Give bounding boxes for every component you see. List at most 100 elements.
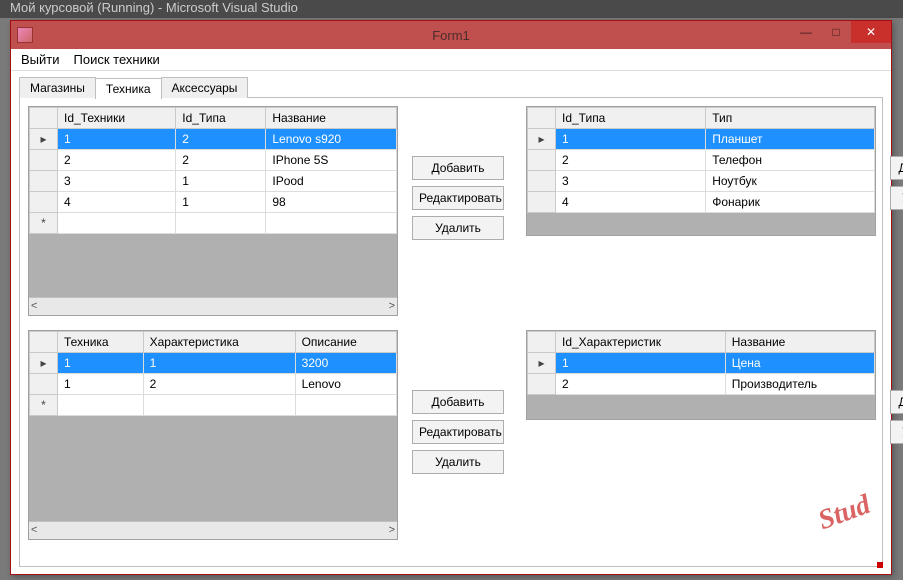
table-row[interactable]: 4 Фонарик: [528, 192, 875, 213]
row-selector-icon[interactable]: ▸: [528, 129, 556, 150]
grid-tech-char[interactable]: Техника Характеристика Описание ▸ 1 1 32…: [28, 330, 398, 540]
cell[interactable]: [295, 395, 396, 416]
cell[interactable]: 2: [143, 374, 295, 395]
table-row[interactable]: ▸ 1 Планшет: [528, 129, 875, 150]
cell[interactable]: 1: [556, 129, 706, 150]
scroll-right-icon[interactable]: >: [389, 522, 395, 539]
add-button[interactable]: Добавить: [890, 390, 903, 414]
delete-button[interactable]: Удалить: [412, 216, 504, 240]
close-button[interactable]: ✕: [851, 21, 891, 43]
rowheader-corner[interactable]: [528, 108, 556, 129]
tab-shops[interactable]: Магазины: [19, 77, 96, 98]
row-selector-icon[interactable]: [528, 192, 556, 213]
row-selector-icon[interactable]: ▸: [30, 353, 58, 374]
table-row[interactable]: ▸ 1 2 Lenovo s920: [30, 129, 397, 150]
titlebar[interactable]: Form1 — □ ✕: [11, 21, 891, 49]
col-name[interactable]: Название: [266, 108, 397, 129]
col-id-type[interactable]: Id_Типа: [556, 108, 706, 129]
delete-button[interactable]: Удалить: [890, 420, 903, 444]
cell[interactable]: 2: [58, 150, 176, 171]
row-selector-icon[interactable]: [30, 374, 58, 395]
cell[interactable]: Фонарик: [706, 192, 875, 213]
cell[interactable]: [176, 213, 266, 234]
delete-button[interactable]: Удалить: [412, 450, 504, 474]
cell[interactable]: 98: [266, 192, 397, 213]
table-row[interactable]: 1 2 Lenovo: [30, 374, 397, 395]
scroll-right-icon[interactable]: >: [389, 298, 395, 315]
minimize-button[interactable]: —: [791, 21, 821, 43]
add-button[interactable]: Добавить: [412, 390, 504, 414]
rowheader-corner[interactable]: [528, 332, 556, 353]
table-row[interactable]: 2 Телефон: [528, 150, 875, 171]
edit-button[interactable]: Редактировать: [412, 186, 504, 210]
cell[interactable]: 4: [58, 192, 176, 213]
cell[interactable]: Планшет: [706, 129, 875, 150]
cell[interactable]: [143, 395, 295, 416]
new-row-icon[interactable]: *: [30, 395, 58, 416]
add-button[interactable]: Добавить: [412, 156, 504, 180]
menu-exit[interactable]: Выйти: [21, 52, 60, 67]
table-row[interactable]: 3 1 IPood: [30, 171, 397, 192]
grid-characteristics[interactable]: Id_Характеристик Название ▸ 1 Цена 2 Про…: [526, 330, 876, 420]
resize-grip-icon[interactable]: [877, 562, 883, 568]
col-tech[interactable]: Техника: [58, 332, 144, 353]
cell[interactable]: Ноутбук: [706, 171, 875, 192]
col-id-char[interactable]: Id_Характеристик: [556, 332, 726, 353]
col-id-type[interactable]: Id_Типа: [176, 108, 266, 129]
col-id-tech[interactable]: Id_Техники: [58, 108, 176, 129]
cell[interactable]: 1: [58, 374, 144, 395]
tab-tech[interactable]: Техника: [95, 78, 162, 99]
rowheader-corner[interactable]: [30, 332, 58, 353]
table-row[interactable]: ▸ 1 Цена: [528, 353, 875, 374]
cell[interactable]: 1: [176, 192, 266, 213]
cell[interactable]: Lenovo: [295, 374, 396, 395]
cell[interactable]: [58, 213, 176, 234]
cell[interactable]: Производитель: [725, 374, 874, 395]
rowheader-corner[interactable]: [30, 108, 58, 129]
row-selector-icon[interactable]: [30, 150, 58, 171]
row-selector-icon[interactable]: [528, 171, 556, 192]
cell[interactable]: IPhone 5S: [266, 150, 397, 171]
cell[interactable]: 3200: [295, 353, 396, 374]
cell[interactable]: 2: [556, 374, 726, 395]
cell[interactable]: [266, 213, 397, 234]
add-button[interactable]: Добавить: [890, 156, 903, 180]
row-selector-icon[interactable]: [30, 171, 58, 192]
grid-tech[interactable]: Id_Техники Id_Типа Название ▸ 1 2 Lenovo…: [28, 106, 398, 316]
tab-accessories[interactable]: Аксессуары: [161, 77, 249, 98]
cell[interactable]: 2: [176, 129, 266, 150]
cell[interactable]: Цена: [725, 353, 874, 374]
col-desc[interactable]: Описание: [295, 332, 396, 353]
cell[interactable]: 2: [556, 150, 706, 171]
cell[interactable]: 1: [176, 171, 266, 192]
new-row-icon[interactable]: *: [30, 213, 58, 234]
horizontal-scrollbar[interactable]: < >: [29, 521, 397, 539]
cell[interactable]: 4: [556, 192, 706, 213]
scroll-left-icon[interactable]: <: [31, 522, 37, 539]
cell[interactable]: 1: [143, 353, 295, 374]
table-row[interactable]: 2 2 IPhone 5S: [30, 150, 397, 171]
col-type[interactable]: Тип: [706, 108, 875, 129]
row-selector-icon[interactable]: ▸: [528, 353, 556, 374]
menu-search-tech[interactable]: Поиск техники: [74, 52, 160, 67]
cell[interactable]: 3: [556, 171, 706, 192]
cell[interactable]: 1: [556, 353, 726, 374]
edit-button[interactable]: Редактировать: [412, 420, 504, 444]
cell[interactable]: 1: [58, 353, 144, 374]
col-name[interactable]: Название: [725, 332, 874, 353]
table-row[interactable]: 2 Производитель: [528, 374, 875, 395]
horizontal-scrollbar[interactable]: < >: [29, 297, 397, 315]
row-selector-icon[interactable]: ▸: [30, 129, 58, 150]
new-row[interactable]: *: [30, 395, 397, 416]
row-selector-icon[interactable]: [528, 374, 556, 395]
table-row[interactable]: 3 Ноутбук: [528, 171, 875, 192]
cell[interactable]: IPood: [266, 171, 397, 192]
maximize-button[interactable]: □: [821, 21, 851, 43]
row-selector-icon[interactable]: [30, 192, 58, 213]
cell[interactable]: 2: [176, 150, 266, 171]
cell[interactable]: 3: [58, 171, 176, 192]
new-row[interactable]: *: [30, 213, 397, 234]
row-selector-icon[interactable]: [528, 150, 556, 171]
cell[interactable]: 1: [58, 129, 176, 150]
cell[interactable]: Телефон: [706, 150, 875, 171]
